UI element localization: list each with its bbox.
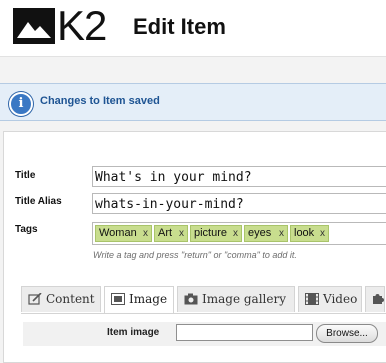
item-image-file-input[interactable] (176, 324, 313, 341)
title-alias-input[interactable]: whats-in-your-mind? (92, 193, 386, 214)
item-image-label: Item image (107, 327, 160, 338)
tab-label: Image (129, 292, 168, 306)
title-input[interactable]: What's in your mind? (92, 166, 386, 187)
browse-button[interactable]: Browse... (316, 324, 378, 343)
tag-item[interactable]: look x (290, 225, 329, 242)
image-tab-panel: Item image Browse... (21, 314, 386, 349)
tag-remove-icon[interactable]: x (143, 226, 148, 241)
tag-label: Art (158, 227, 173, 239)
tags-label: Tags (15, 224, 38, 235)
title-alias-label: Title Alias (15, 196, 62, 207)
tag-remove-icon[interactable]: x (279, 226, 284, 241)
info-icon: i (9, 92, 33, 116)
film-icon (305, 293, 319, 305)
mountain-icon (13, 8, 55, 44)
tag-item[interactable]: Woman x (95, 225, 152, 242)
tab-image[interactable]: Image (104, 286, 174, 314)
k2-logo: K2 (13, 2, 121, 49)
tag-remove-icon[interactable]: x (233, 226, 238, 241)
tag-label: picture (194, 227, 228, 239)
tag-item[interactable]: Art x (154, 225, 188, 242)
tag-remove-icon[interactable]: x (320, 226, 325, 241)
tag-remove-icon[interactable]: x (179, 226, 184, 241)
logo-text: K2 (57, 2, 107, 49)
page-title: Edit Item (133, 14, 226, 39)
tab-label: Image gallery (202, 292, 286, 306)
tab-image-gallery[interactable]: Image gallery (177, 286, 295, 312)
tab-label: Content (46, 292, 95, 306)
tag-item[interactable]: eyes x (244, 225, 288, 242)
edit-icon (28, 293, 42, 305)
message-text: Changes to Item saved (40, 95, 160, 107)
page-header: K2 Edit Item (0, 0, 386, 57)
tab-content[interactable]: Content (21, 286, 101, 312)
system-message: i Changes to Item saved (0, 83, 386, 121)
tab-label: Video (323, 292, 358, 306)
item-tabs: Content Image Image gallery Video (21, 286, 386, 314)
tag-label: look (294, 227, 315, 239)
tag-label: eyes (248, 227, 272, 239)
title-label: Title (15, 170, 36, 181)
tab-video[interactable]: Video (298, 286, 362, 312)
tag-item[interactable]: picture x (190, 225, 242, 242)
tag-label: Woman (99, 227, 137, 239)
item-image-row: Item image Browse... (23, 322, 386, 346)
tab-more[interactable] (365, 286, 385, 312)
image-icon (111, 293, 125, 305)
tags-input[interactable]: Woman x Art x picture x eyes x look x (92, 222, 386, 245)
camera-icon (184, 293, 198, 305)
puzzle-icon (373, 294, 384, 304)
tags-hint: Write a tag and press "return" or "comma… (93, 250, 297, 260)
